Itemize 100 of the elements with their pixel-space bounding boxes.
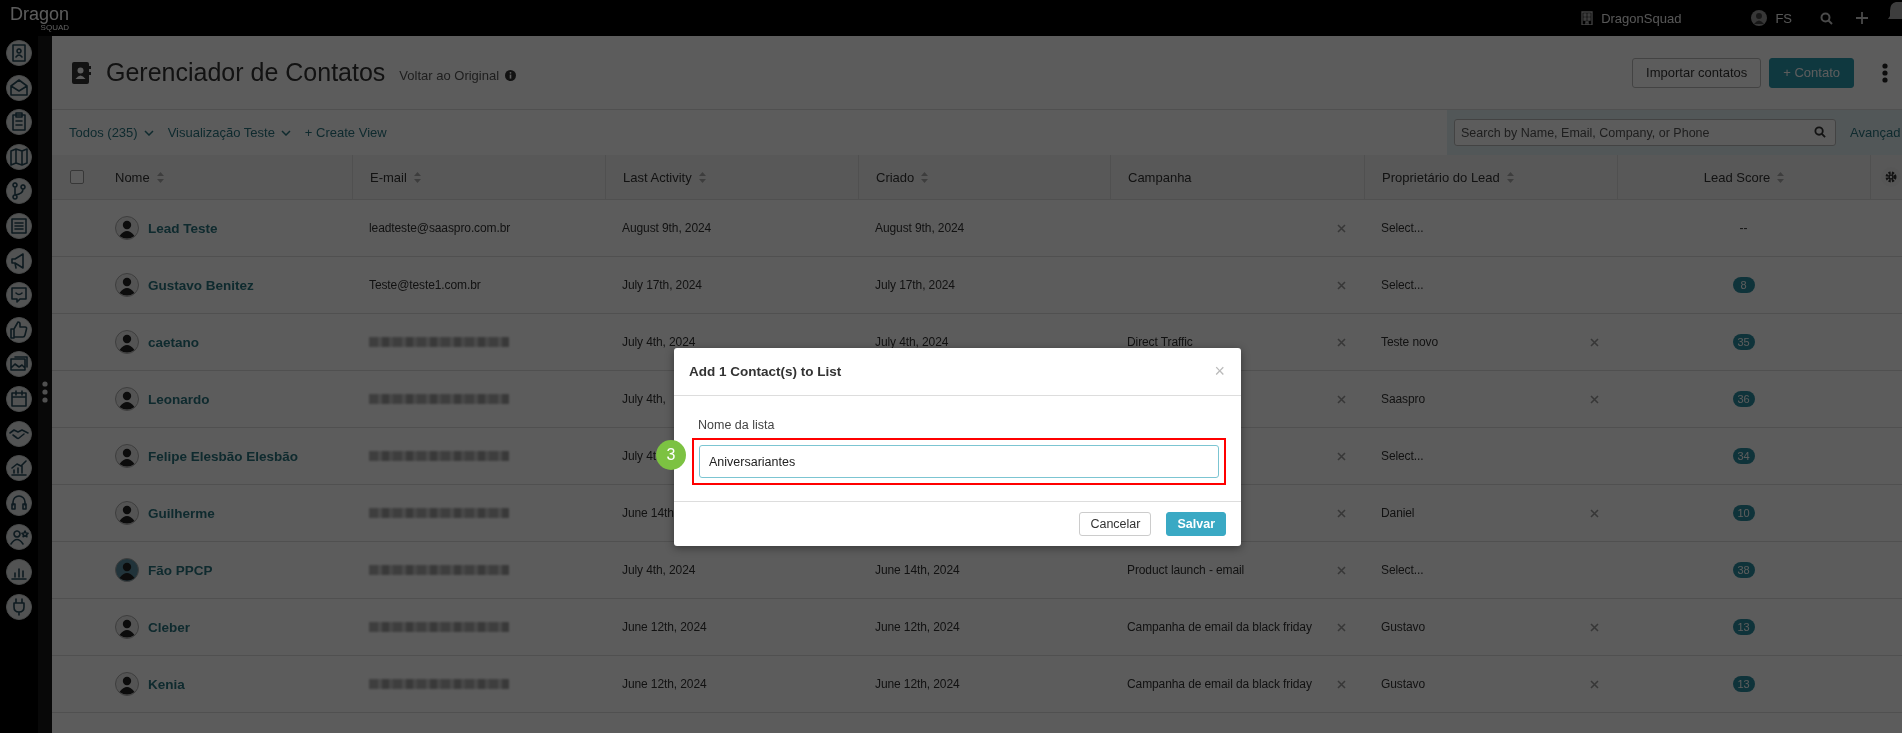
contact-name-link[interactable]: Fão PPCP — [148, 562, 213, 578]
clear-icon[interactable] — [1337, 565, 1346, 575]
clear-icon[interactable] — [1337, 280, 1346, 290]
contact-name-link[interactable]: Cleber — [148, 619, 191, 635]
more-menu-icon[interactable] — [1882, 62, 1888, 83]
column-header[interactable]: Lead Score — [1703, 169, 1771, 185]
score-badge: 35 — [1732, 334, 1755, 350]
chevron-down-icon[interactable] — [143, 129, 154, 136]
contact-name-link[interactable]: Gustavo Benitez — [148, 277, 254, 293]
created-date: June 12th, 2024 — [875, 620, 960, 634]
field-label: Nome da lista — [698, 418, 776, 432]
search-icon[interactable] — [1814, 126, 1826, 138]
column-header[interactable]: E-mail — [370, 169, 407, 185]
owner-select[interactable]: Gustavo — [1381, 620, 1425, 634]
back-link[interactable]: Voltar ao Original — [399, 68, 500, 83]
contact-name-link[interactable]: Leonardo — [148, 391, 210, 407]
envelope-icon[interactable] — [6, 74, 32, 101]
bar-chart-icon[interactable] — [6, 558, 32, 585]
list-icon[interactable] — [6, 212, 32, 239]
contact-card-icon[interactable] — [6, 40, 32, 66]
user-initials[interactable]: FS — [1775, 10, 1792, 26]
last-activity-date: July 4th, 2024 — [622, 335, 696, 349]
save-button[interactable]: Salvar — [1166, 512, 1226, 536]
owner-select[interactable]: Select... — [1381, 221, 1424, 235]
owner-select[interactable]: Select... — [1381, 449, 1424, 463]
account-name[interactable]: DragonSquad — [1601, 10, 1682, 26]
owner-select[interactable]: Select... — [1381, 563, 1424, 577]
owner-select[interactable]: Gustavo — [1381, 677, 1425, 691]
info-icon[interactable] — [505, 70, 517, 81]
map-icon[interactable] — [6, 143, 32, 170]
last-activity-date: July 4th, — [622, 392, 666, 406]
advanced-link[interactable]: Avançad — [1850, 125, 1901, 140]
close-button[interactable]: × — [1214, 361, 1225, 382]
clear-icon[interactable] — [1590, 394, 1599, 404]
cancel-button[interactable]: Cancelar — [1079, 512, 1152, 536]
import-button[interactable]: Importar contatos — [1632, 57, 1762, 88]
sort-icon[interactable] — [921, 171, 929, 183]
sort-icon[interactable] — [413, 171, 421, 183]
chevron-down-icon[interactable] — [280, 129, 291, 136]
column-header[interactable]: Nome — [115, 169, 150, 185]
clear-icon[interactable] — [1337, 679, 1346, 689]
search-field[interactable]: Search by Name, Email, Company, or Phone — [1454, 119, 1836, 146]
calendar-icon[interactable] — [6, 385, 32, 412]
column-header[interactable]: Last Activity — [623, 169, 692, 185]
view-filter[interactable]: Todos (235) — [69, 125, 154, 140]
select-all-checkbox[interactable] — [70, 170, 84, 184]
sort-icon[interactable] — [156, 171, 164, 183]
page-title: Gerenciador de Contatos — [106, 58, 386, 87]
megaphone-icon[interactable] — [6, 247, 32, 274]
sort-icon[interactable] — [698, 171, 706, 183]
view-filter[interactable]: Visualização Teste — [167, 125, 291, 140]
column-header[interactable]: Proprietário do Lead — [1382, 169, 1500, 185]
headset-icon[interactable] — [6, 489, 32, 516]
campaign-text: Campanha de email da black friday — [1127, 620, 1312, 634]
sort-icon[interactable] — [1506, 171, 1514, 183]
picture-icon[interactable] — [6, 351, 32, 378]
building-icon — [1581, 11, 1594, 25]
search-icon[interactable] — [1820, 11, 1833, 25]
thumbs-up-icon[interactable] — [6, 316, 32, 343]
clear-icon[interactable] — [1337, 622, 1346, 632]
input-field[interactable]: Aniversariantes — [699, 445, 1219, 478]
owner-select[interactable]: Saaspro — [1381, 392, 1425, 406]
contact-name-link[interactable]: Kenia — [148, 676, 185, 692]
clear-icon[interactable] — [1337, 451, 1346, 461]
clear-icon[interactable] — [1337, 223, 1346, 233]
drag-handle-icon[interactable] — [42, 381, 48, 403]
campaign-text: Product launch - email — [1127, 563, 1245, 577]
contact-name-link[interactable]: caetano — [148, 334, 200, 350]
add-contact-button[interactable]: + Contato — [1769, 57, 1854, 88]
plug-icon[interactable] — [6, 593, 32, 620]
address-book-icon — [72, 61, 91, 84]
clear-icon[interactable] — [1337, 508, 1346, 518]
clear-icon[interactable] — [1590, 622, 1599, 632]
contact-name-link[interactable]: Lead Teste — [148, 220, 218, 236]
clear-icon[interactable] — [1590, 337, 1599, 347]
avatar-icon[interactable] — [1751, 10, 1768, 26]
clear-icon[interactable] — [1590, 508, 1599, 518]
clear-icon[interactable] — [1337, 337, 1346, 347]
column-header[interactable]: Campanha — [1128, 169, 1192, 185]
owner-select[interactable]: Select... — [1381, 278, 1424, 292]
bell-icon[interactable] — [1888, 0, 1902, 22]
column-header[interactable]: Criado — [876, 169, 915, 185]
email-text: leadteste@saaspro.com.br — [369, 221, 511, 235]
logo-subtitle: SQUAD — [40, 23, 70, 32]
owner-select[interactable]: Daniel — [1381, 506, 1415, 520]
clear-icon[interactable] — [1337, 394, 1346, 404]
score-badge: 36 — [1732, 391, 1755, 407]
contact-name-link[interactable]: Felipe Elesbão Elesbão — [148, 448, 299, 464]
clipboard-icon[interactable] — [6, 109, 32, 136]
owner-select[interactable]: Teste novo — [1381, 335, 1439, 349]
clear-icon[interactable] — [1590, 679, 1599, 689]
campaign-text: Direct Traffic — [1127, 335, 1193, 349]
sort-icon[interactable] — [1777, 171, 1785, 183]
branch-icon[interactable] — [6, 178, 32, 205]
view-filter[interactable]: + Create View — [304, 125, 387, 140]
line-chart-icon[interactable] — [6, 455, 32, 482]
plus-icon[interactable] — [1855, 11, 1869, 25]
chat-icon[interactable] — [6, 282, 32, 309]
score-badge: 8 — [1732, 277, 1755, 293]
contact-name-link[interactable]: Guilherme — [148, 505, 215, 521]
